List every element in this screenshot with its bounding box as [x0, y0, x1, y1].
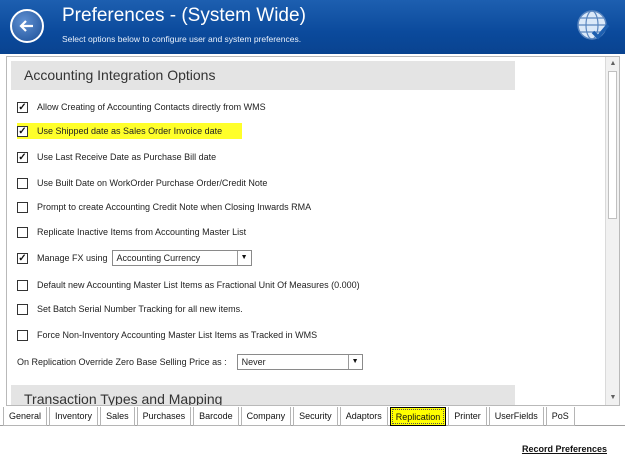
option-row[interactable]: Default new Accounting Master List Items… — [17, 277, 360, 293]
tab-pos[interactable]: PoS — [545, 407, 575, 426]
option-label: Use Built Date on WorkOrder Purchase Ord… — [37, 178, 268, 188]
checkbox[interactable] — [17, 279, 28, 291]
option-label: Allow Creating of Accounting Contacts di… — [37, 102, 266, 112]
select-value: Accounting Currency — [116, 253, 201, 263]
option-row[interactable]: Use Built Date on WorkOrder Purchase Ord… — [17, 175, 267, 191]
option-row[interactable]: Prompt to create Accounting Credit Note … — [17, 199, 311, 215]
option-label: Manage FX using — [37, 253, 108, 263]
option-row[interactable]: ✓ Allow Creating of Accounting Contacts … — [17, 99, 266, 115]
globe-check-icon — [575, 8, 611, 44]
page-title: Preferences - (System Wide) — [62, 5, 306, 26]
option-row[interactable]: ✓ Use Last Receive Date as Purchase Bill… — [17, 149, 216, 165]
page-subtitle: Select options below to configure user a… — [62, 34, 302, 44]
scroll-down-icon[interactable]: ▼ — [608, 393, 618, 403]
checkbox[interactable] — [17, 303, 28, 315]
checkbox[interactable]: ✓ — [17, 252, 28, 264]
section-accounting: Accounting Integration Options — [11, 61, 515, 90]
tab-strip: General Inventory Sales Purchases Barcod… — [3, 407, 618, 429]
chevron-down-icon[interactable]: ▼ — [347, 355, 362, 369]
tab-sales[interactable]: Sales — [100, 407, 135, 426]
tab-inventory[interactable]: Inventory — [49, 407, 99, 426]
checkbox[interactable] — [17, 177, 28, 189]
preferences-panel: Accounting Integration Options ✓ Allow C… — [6, 56, 620, 406]
tab-userfields[interactable]: UserFields — [488, 407, 544, 426]
checkbox[interactable]: ✓ — [17, 125, 28, 137]
checkbox[interactable]: ✓ — [17, 151, 28, 163]
override-label: On Replication Override Zero Base Sellin… — [17, 357, 227, 367]
back-arrow-icon[interactable] — [10, 9, 44, 43]
option-row[interactable]: Set Batch Serial Number Tracking for all… — [17, 301, 243, 317]
option-label: Prompt to create Accounting Credit Note … — [37, 202, 312, 212]
tab-company[interactable]: Company — [240, 407, 292, 426]
option-label: Force Non-Inventory Accounting Master Li… — [37, 330, 318, 340]
checkbox[interactable]: ✓ — [17, 101, 28, 113]
checkbox[interactable] — [17, 329, 28, 341]
tab-purchases[interactable]: Purchases — [136, 407, 192, 426]
scroll-up-icon[interactable]: ▲ — [608, 59, 618, 69]
option-label: Use Shipped date as Sales Order Invoice … — [37, 126, 223, 136]
option-label: Use Last Receive Date as Purchase Bill d… — [37, 152, 217, 162]
option-label: Set Batch Serial Number Tracking for all… — [37, 304, 243, 314]
checkbox[interactable] — [17, 226, 28, 238]
tab-security[interactable]: Security — [293, 407, 338, 426]
tab-adaptors[interactable]: Adaptors — [339, 407, 388, 426]
option-row[interactable]: Replicate Inactive Items from Accounting… — [17, 224, 246, 240]
option-row-highlighted[interactable]: ✓ Use Shipped date as Sales Order Invoic… — [17, 123, 243, 139]
tab-barcode[interactable]: Barcode — [193, 407, 239, 426]
override-select[interactable]: Never ▼ — [236, 354, 363, 370]
option-label: Default new Accounting Master List Items… — [37, 280, 360, 290]
option-row[interactable]: Force Non-Inventory Accounting Master Li… — [17, 327, 317, 343]
section-transactions: Transaction Types and Mapping — [11, 385, 515, 405]
tab-replication[interactable]: Replication — [389, 407, 447, 426]
fx-currency-select[interactable]: Accounting Currency ▼ — [111, 250, 252, 266]
option-row-manage-fx[interactable]: ✓ Manage FX using Accounting Currency ▼ — [17, 250, 252, 266]
tab-printer[interactable]: Printer — [448, 407, 487, 426]
tab-general[interactable]: General — [3, 407, 48, 426]
vertical-scrollbar[interactable]: ▲ ▼ — [605, 57, 619, 405]
chevron-down-icon[interactable]: ▼ — [236, 251, 251, 265]
scroll-thumb[interactable] — [608, 71, 617, 219]
header-bar: Preferences - (System Wide) Select optio… — [0, 0, 625, 54]
record-preferences-link[interactable]: Record Preferences — [522, 444, 607, 454]
select-value: Never — [241, 357, 266, 367]
checkbox[interactable] — [17, 201, 28, 213]
option-label: Replicate Inactive Items from Accounting… — [37, 227, 247, 237]
override-row: On Replication Override Zero Base Sellin… — [17, 354, 363, 370]
